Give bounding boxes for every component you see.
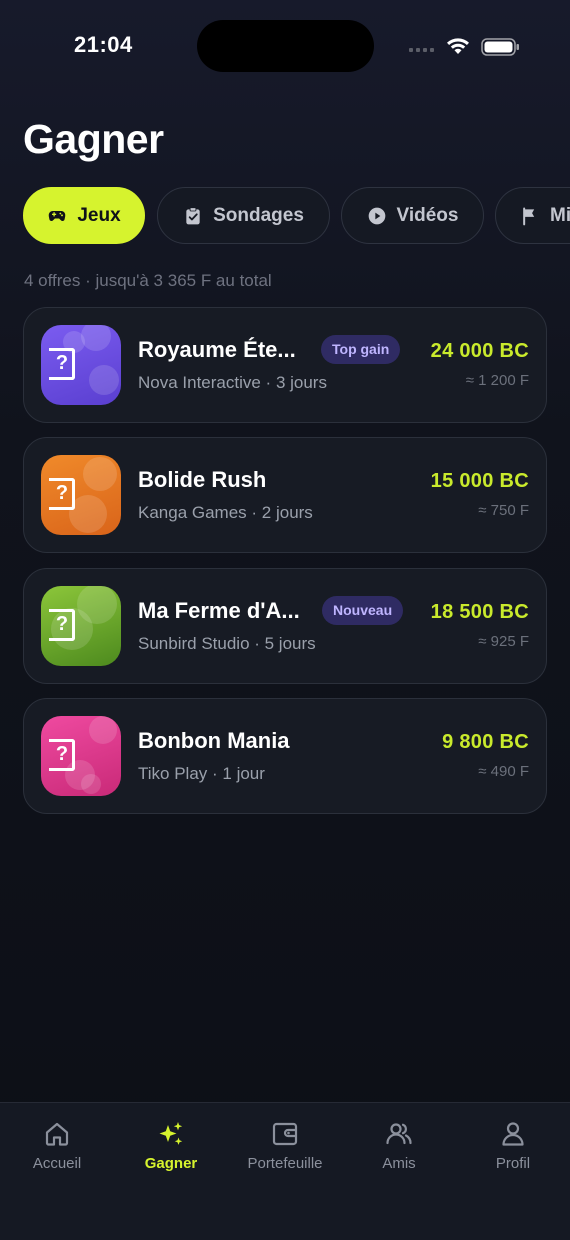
game-meta: Tiko Play · 1 jour — [138, 764, 265, 783]
gamepad-icon — [49, 210, 66, 221]
page-title: Gagner — [23, 116, 164, 162]
game-meta: Sunbird Studio · 5 jours — [138, 634, 316, 653]
clipboard-check-icon — [186, 206, 200, 224]
question-mark-icon: ? — [49, 609, 75, 641]
nav-label: Portefeuille — [247, 1155, 323, 1172]
tab-label: Sondages — [213, 204, 304, 226]
reward-amount: 9 800 BC — [442, 731, 529, 753]
game-icon: ? — [41, 455, 121, 535]
status-bar: 21:04 — [0, 0, 570, 90]
nav-item-portefeuille[interactable]: Portefeuille — [228, 1119, 342, 1172]
offers-summary: 4 offres · jusqu'à 3 365 F au total — [24, 271, 272, 290]
question-mark-icon: ? — [49, 739, 75, 771]
game-name: Bolide Rush — [138, 467, 267, 492]
wallet-icon — [272, 1122, 298, 1146]
tab-more[interactable]: Mi — [495, 187, 570, 244]
reward-equivalent: ≈ 490 F — [478, 763, 529, 780]
reward-equivalent: ≈ 1 200 F — [465, 372, 529, 389]
nav-item-amis[interactable]: Amis — [342, 1119, 456, 1172]
reward-amount: 24 000 BC — [430, 340, 529, 362]
user-icon — [502, 1122, 524, 1146]
category-tabs: Jeux Sondages Vidéos Mi — [23, 187, 570, 245]
offer-card[interactable]: ? Bonbon Mania Tiko Play · 1 jour 9 800 … — [23, 698, 547, 814]
offer-card[interactable]: ? Royaume Éte... Top gain Nova Interacti… — [23, 307, 547, 423]
game-icon: ? — [41, 586, 121, 666]
tab-label: Jeux — [77, 204, 121, 226]
tab-sondages[interactable]: Sondages — [157, 187, 330, 244]
status-time: 21:04 — [74, 32, 133, 57]
reward-equivalent: ≈ 925 F — [478, 633, 529, 650]
game-icon: ? — [41, 325, 121, 405]
wifi-icon — [447, 38, 469, 54]
tab-label: Mi — [550, 204, 570, 226]
nav-item-gagner[interactable]: Gagner — [114, 1119, 228, 1172]
nav-label: Amis — [382, 1155, 416, 1172]
battery-icon — [481, 38, 519, 56]
reward-equivalent: ≈ 750 F — [478, 502, 529, 519]
tab-label: Vidéos — [396, 204, 459, 226]
offer-card[interactable]: ? Bolide Rush Kanga Games · 2 jours 15 0… — [23, 437, 547, 553]
bottom-nav: Accueil Gagner Portefeuille Amis Profil — [0, 1102, 570, 1240]
nav-item-accueil[interactable]: Accueil — [0, 1119, 114, 1172]
reward-amount: 15 000 BC — [430, 470, 529, 492]
nav-item-profil[interactable]: Profil — [456, 1119, 570, 1172]
game-icon: ? — [41, 716, 121, 796]
offer-card[interactable]: ? Ma Ferme d'A... Nouveau Sunbird Studio… — [23, 568, 547, 684]
nav-label: Profil — [495, 1155, 531, 1172]
question-mark-icon: ? — [49, 348, 75, 380]
game-name: Ma Ferme d'A... — [138, 598, 300, 623]
dynamic-island — [197, 20, 374, 72]
game-name: Bonbon Mania — [138, 728, 290, 753]
nav-label: Accueil — [32, 1155, 82, 1172]
tab-jeux[interactable]: Jeux — [23, 187, 145, 244]
game-meta: Nova Interactive · 3 jours — [138, 373, 327, 392]
game-meta: Kanga Games · 2 jours — [138, 503, 313, 522]
tab-videos[interactable]: Vidéos — [341, 187, 484, 244]
nav-label: Gagner — [144, 1155, 198, 1172]
sparkles-icon — [159, 1122, 183, 1145]
question-mark-icon: ? — [49, 478, 75, 510]
status-badge: Top gain — [321, 335, 401, 364]
play-circle-icon — [368, 207, 385, 224]
reward-amount: 18 500 BC — [430, 601, 529, 623]
cellular-signal-icon — [409, 48, 434, 52]
home-icon — [45, 1122, 69, 1146]
flag-icon — [523, 207, 535, 225]
users-icon — [386, 1123, 412, 1145]
status-badge: Nouveau — [322, 596, 404, 625]
game-name: Royaume Éte... — [138, 337, 296, 362]
